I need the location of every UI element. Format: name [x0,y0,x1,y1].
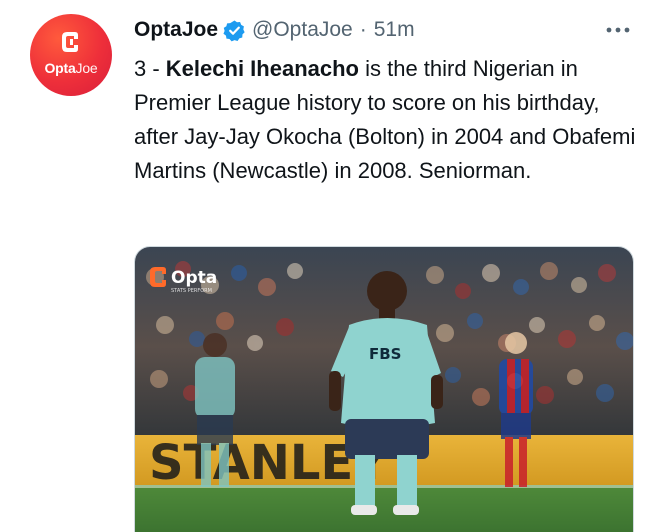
avatar-brand-label: OptaJoe [44,60,98,76]
timestamp[interactable]: 51m [374,18,415,42]
tweet-text: 3 - Kelechi Iheanacho is the third Niger… [134,52,644,188]
verified-badge-icon [223,19,245,41]
handle[interactable]: @OptaJoe [252,18,353,42]
more-options-icon[interactable] [604,20,632,40]
football-photo-icon: STANLEY FBS Opta STATS PERFORM [135,247,633,532]
player-name-highlight[interactable]: Kelechi Iheanacho [166,56,359,81]
avatar[interactable]: OptaJoe [30,14,112,96]
shirt-sponsor: FBS [369,345,401,363]
tweet-header: OptaJoe @OptaJoe · 51m [134,14,644,46]
tweet-prefix: 3 - [134,56,166,81]
display-name[interactable]: OptaJoe [134,18,218,42]
opta-watermark-text: Opta [171,268,217,288]
separator-dot: · [359,18,367,41]
tweet-photo[interactable]: STANLEY FBS Opta STATS PERFORM [134,246,634,532]
opta-logo-icon [62,32,78,52]
opta-watermark-subtext: STATS PERFORM [171,288,212,294]
tweet[interactable]: OptaJoe OptaJoe @OptaJoe · 51m 3 - Kelec… [0,0,664,532]
